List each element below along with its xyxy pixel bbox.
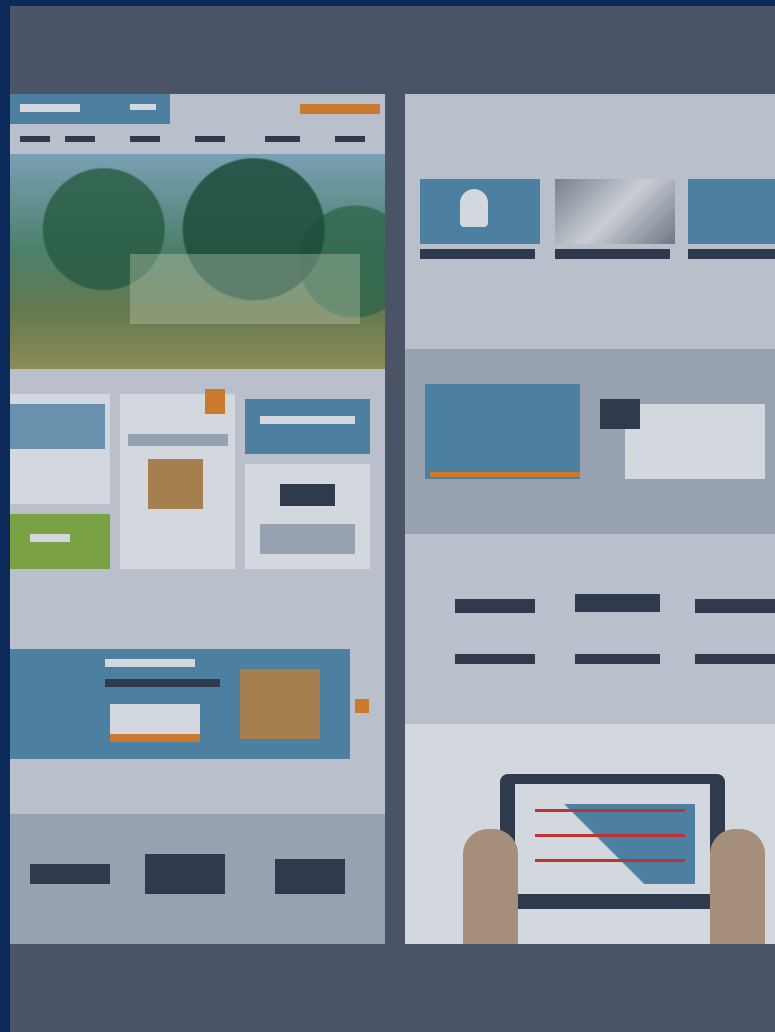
printer-icon [280,484,335,506]
footer-link-2[interactable] [145,854,225,894]
tablet-chart-redline-3 [535,859,685,862]
nav-small-item [130,104,156,110]
footer-link-1[interactable] [30,864,110,884]
tile-promo[interactable] [245,399,370,454]
nav-tab-2[interactable] [65,136,95,142]
feature-item-5[interactable] [575,654,660,664]
speech-bubble [625,404,765,479]
feature-item-2[interactable] [575,594,660,612]
tile-promo-label [260,416,355,424]
nav-tab-1[interactable] [20,136,50,142]
left-hand-graphic [463,829,518,944]
product-card-third-caption [688,249,775,259]
featured-banner-title [105,659,195,667]
left-page-mockup [10,94,385,944]
hero-mist [130,254,360,324]
logo-placeholder [20,104,80,112]
tile-box-footer [130,524,225,559]
tile-box-header [128,434,228,446]
tablet-chart-redline-2 [535,834,685,837]
product-card-third[interactable] [688,179,775,244]
nav-tab-6[interactable] [335,136,365,142]
tablet-chart-redline-1 [535,809,685,812]
featured-box-icon [240,669,320,739]
calendar-icon [600,399,640,429]
bookmark-icon [205,389,225,414]
product-card-lightbulb-caption [420,249,535,259]
feature-item-6[interactable] [695,654,775,664]
tablet-chart-area [535,804,695,884]
right-hand-graphic [710,829,765,944]
map-graphic [10,404,105,449]
configurator-panel[interactable] [425,384,580,479]
top-nav-accent [300,104,380,114]
product-card-steel[interactable] [555,179,675,244]
footer-link-3[interactable] [275,859,345,894]
configurator-progress [430,472,580,477]
feature-item-1[interactable] [455,599,535,613]
cardboard-box-icon [148,459,203,509]
nav-tab-4[interactable] [195,136,225,142]
product-card-steel-caption [555,249,670,259]
tile-printer-footer [260,524,355,554]
feature-item-3[interactable] [695,599,775,613]
featured-banner-cta[interactable] [110,734,200,742]
nav-tab-3[interactable] [130,136,160,142]
nav-tab-5[interactable] [265,136,300,142]
green-tile-label [30,534,70,542]
lightbulb-icon [460,189,488,227]
right-page-mockup [405,94,775,944]
feature-item-4[interactable] [455,654,535,664]
banner-badge-icon [355,699,369,713]
featured-banner-line [105,679,220,687]
screenshot-frame [10,6,775,1032]
